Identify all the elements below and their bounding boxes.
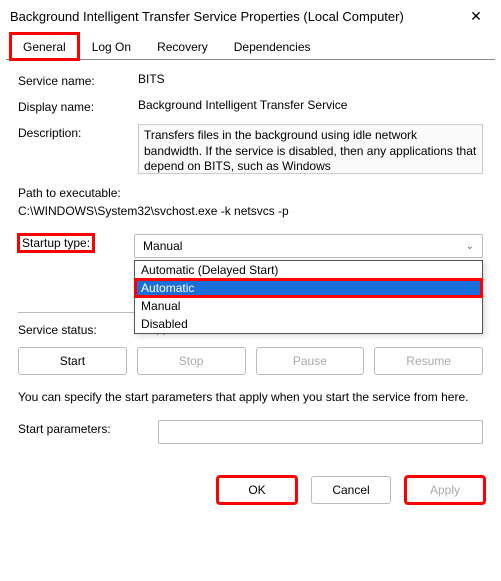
dropdown-option-automatic[interactable]: Automatic xyxy=(135,279,482,297)
startup-type-selected: Manual xyxy=(143,239,182,253)
startup-type-label: Startup type: xyxy=(18,234,94,252)
startup-type-list: Automatic (Delayed Start) Automatic Manu… xyxy=(134,260,483,334)
dropdown-option-manual[interactable]: Manual xyxy=(135,297,482,315)
pause-button[interactable]: Pause xyxy=(256,347,365,375)
dropdown-option-delayed[interactable]: Automatic (Delayed Start) xyxy=(135,261,482,279)
start-button[interactable]: Start xyxy=(18,347,127,375)
tab-strip: General Log On Recovery Dependencies xyxy=(6,32,495,60)
cancel-button[interactable]: Cancel xyxy=(311,476,391,504)
start-parameters-input[interactable] xyxy=(158,420,483,444)
display-name-label: Display name: xyxy=(18,98,138,114)
dropdown-option-disabled[interactable]: Disabled xyxy=(135,315,482,333)
path-value: C:\WINDOWS\System32\svchost.exe -k netsv… xyxy=(18,202,483,220)
dialog-button-row: OK Cancel Apply xyxy=(0,466,501,518)
help-text: You can specify the start parameters tha… xyxy=(18,389,483,406)
tab-general[interactable]: General xyxy=(10,33,79,60)
startup-type-dropdown[interactable]: Manual ⌄ xyxy=(134,234,483,258)
tab-dependencies[interactable]: Dependencies xyxy=(221,33,324,60)
service-name-value: BITS xyxy=(138,72,483,86)
description-label: Description: xyxy=(18,124,138,140)
tab-recovery[interactable]: Recovery xyxy=(144,33,221,60)
stop-button[interactable]: Stop xyxy=(137,347,246,375)
window-title: Background Intelligent Transfer Service … xyxy=(10,9,404,24)
title-bar: Background Intelligent Transfer Service … xyxy=(0,0,501,32)
description-textbox[interactable]: Transfers files in the background using … xyxy=(138,124,483,174)
resume-button[interactable]: Resume xyxy=(374,347,483,375)
service-name-label: Service name: xyxy=(18,72,138,88)
tab-panel-general: Service name: BITS Display name: Backgro… xyxy=(0,60,501,466)
chevron-down-icon: ⌄ xyxy=(466,241,474,252)
start-parameters-label: Start parameters: xyxy=(18,420,158,436)
tab-logon[interactable]: Log On xyxy=(79,33,144,60)
display-name-value: Background Intelligent Transfer Service xyxy=(138,98,483,112)
path-label: Path to executable: xyxy=(18,184,483,202)
apply-button[interactable]: Apply xyxy=(405,476,485,504)
ok-button[interactable]: OK xyxy=(217,476,297,504)
close-icon[interactable]: ✕ xyxy=(461,1,491,31)
service-status-label: Service status: xyxy=(18,321,138,337)
